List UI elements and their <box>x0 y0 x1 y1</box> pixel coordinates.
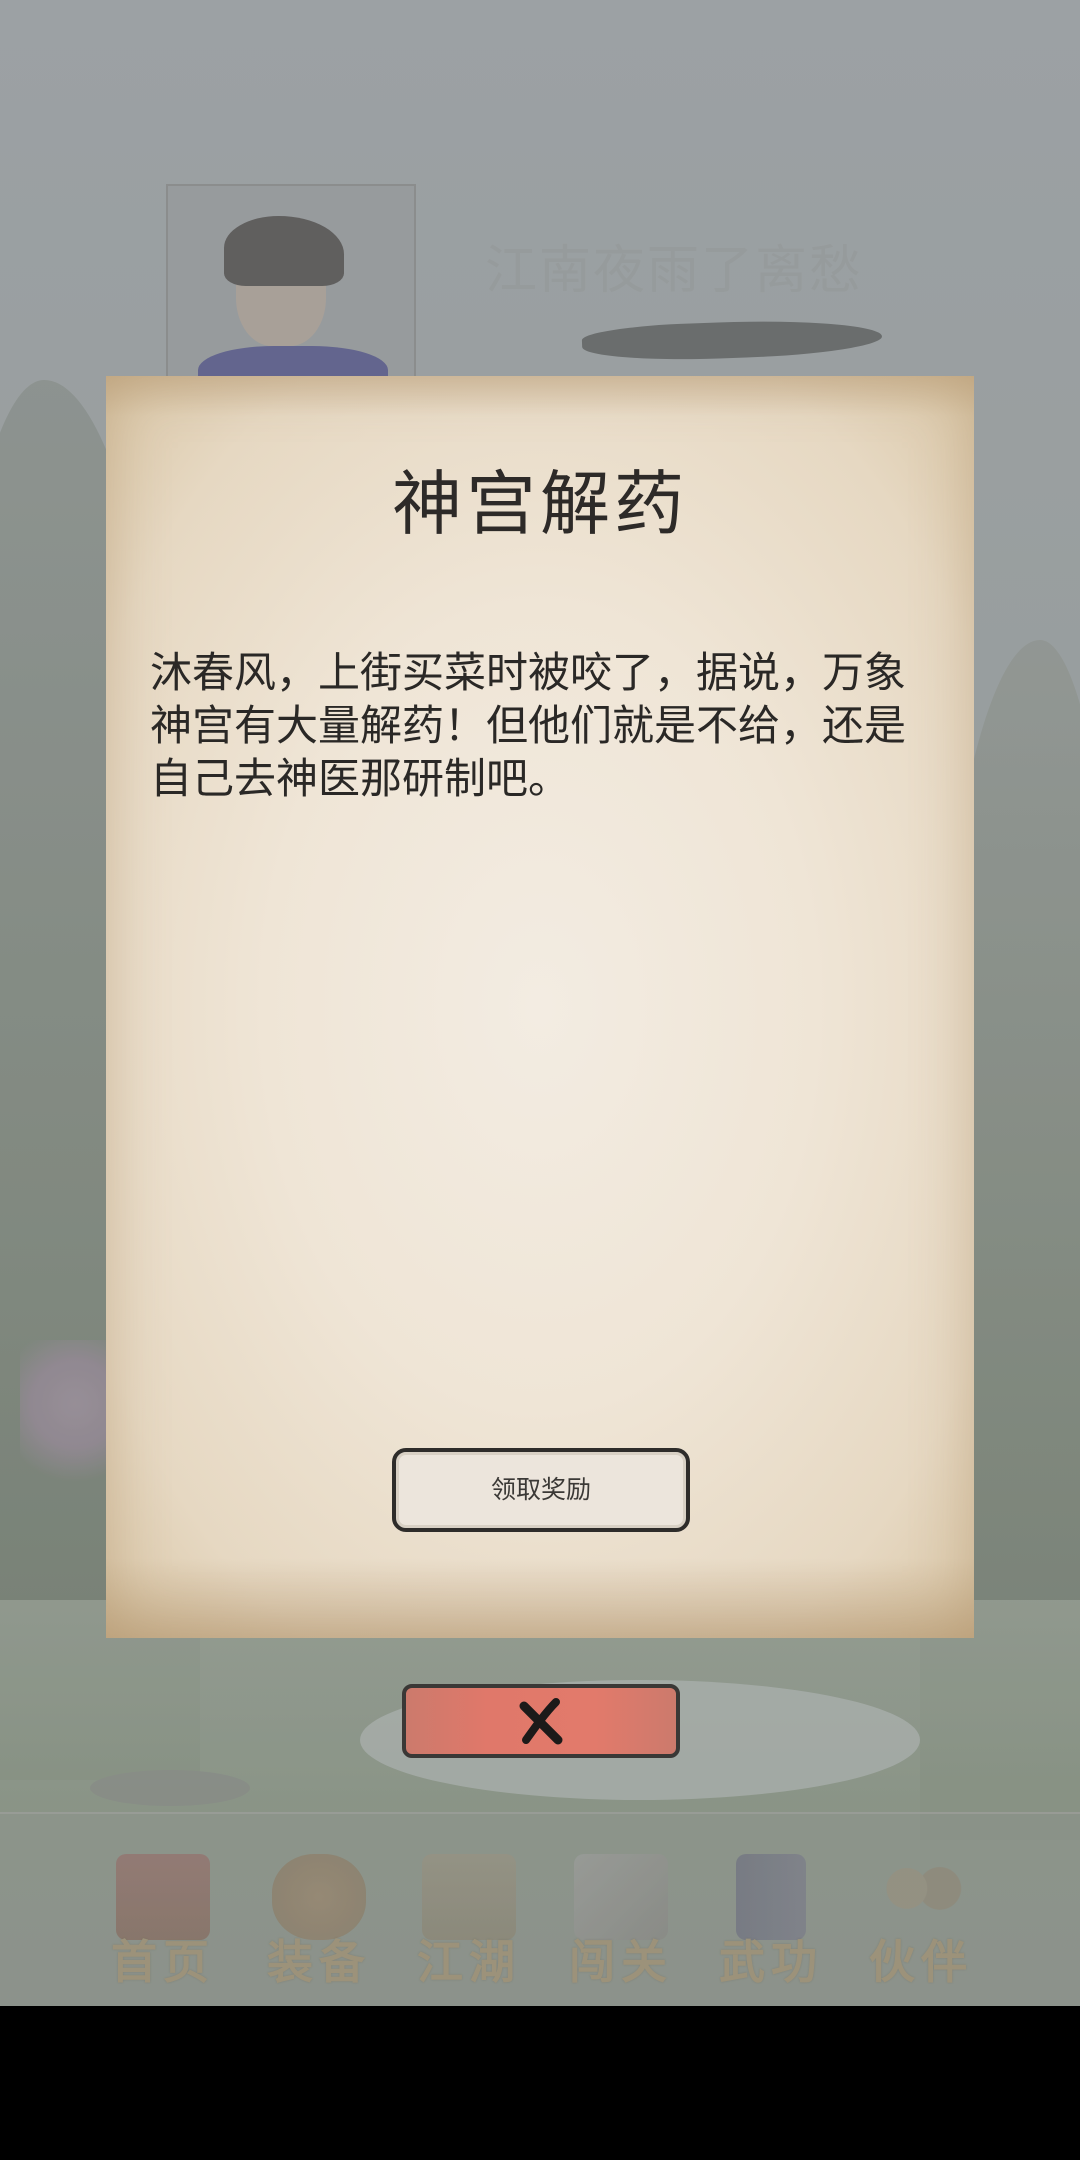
game-screen: 江南夜雨了离愁 首页 装备 江湖 闯关 武功 伙伴 神宫解药 沐春风，上街买菜时… <box>0 0 1080 2006</box>
dialog-body-text: 沐春风，上街买菜时被咬了，据说，万象神宫有大量解药！但他们就是不给，还是自己去神… <box>150 648 907 803</box>
quest-dialog: 神宫解药 沐春风，上街买菜时被咬了，据说，万象神宫有大量解药！但他们就是不给，还… <box>106 376 974 1638</box>
claim-reward-button[interactable]: 领取奖励 <box>392 1448 690 1532</box>
close-button[interactable] <box>402 1684 680 1758</box>
close-x-icon <box>519 1698 563 1745</box>
dialog-title: 神宫解药 <box>392 463 688 545</box>
